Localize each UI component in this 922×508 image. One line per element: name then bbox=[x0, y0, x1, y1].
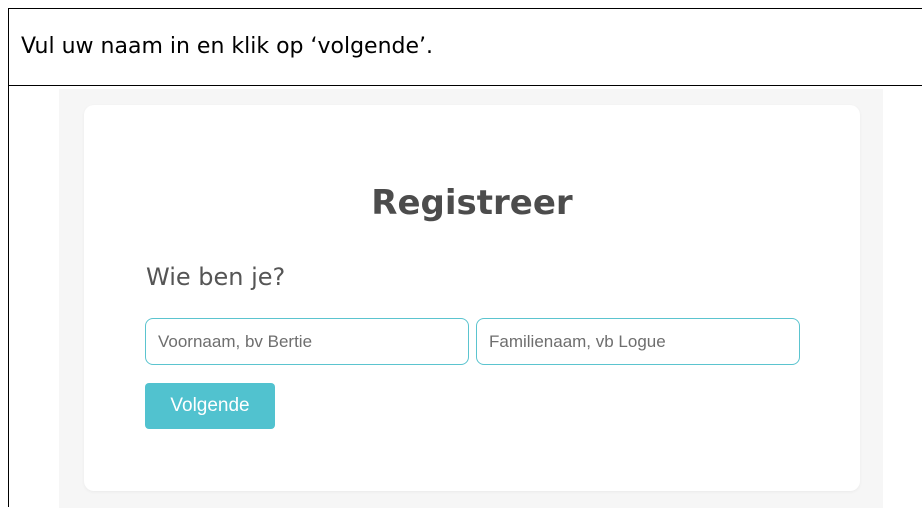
first-name-input[interactable] bbox=[145, 318, 469, 365]
section-heading: Wie ben je? bbox=[146, 263, 286, 291]
instruction-text: Vul uw naam in en klik op ‘volgende’. bbox=[21, 34, 434, 59]
instruction-row: Vul uw naam in en klik op ‘volgende’. bbox=[9, 9, 922, 86]
page-title: Registreer bbox=[371, 183, 573, 223]
last-name-input[interactable] bbox=[476, 318, 800, 365]
document-table: Vul uw naam in en klik op ‘volgende’. Re… bbox=[8, 8, 922, 508]
next-button[interactable]: Volgende bbox=[145, 383, 275, 429]
register-card: Registreer Wie ben je? Volgende bbox=[84, 105, 860, 491]
embedded-screenshot: Registreer Wie ben je? Volgende bbox=[59, 89, 883, 508]
